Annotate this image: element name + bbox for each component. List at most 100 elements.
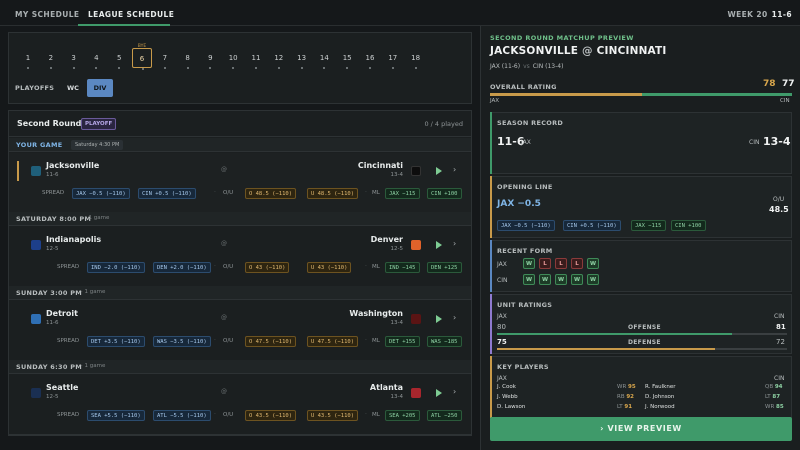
week-4-button[interactable]: 4 bbox=[86, 48, 106, 69]
under-chip[interactable]: U 43 (−110) bbox=[307, 262, 352, 273]
schedule-group-header: SUNDAY 6:30 PM · 1 game bbox=[9, 360, 471, 374]
week-2-button[interactable]: 2 bbox=[41, 48, 61, 69]
view-preview-button[interactable]: › VIEW PREVIEW bbox=[490, 417, 792, 441]
your-game-row[interactable]: Jacksonville 11-6 @ Cincinnati 13-4 › SPREAD JA… bbox=[9, 153, 471, 213]
week-17-button[interactable]: 17 bbox=[383, 48, 403, 69]
unit-home-abbr: CIN bbox=[774, 313, 785, 320]
matchup-subtitle: JAX (11-6) vs CIN (13-4) bbox=[490, 63, 563, 70]
week-18-button[interactable]: 18 bbox=[406, 48, 426, 69]
form-home-abbr: CIN bbox=[497, 277, 508, 284]
week-dot bbox=[27, 67, 29, 69]
line-chip-home-spread[interactable]: CIN +0.5 (−110) bbox=[563, 220, 621, 231]
user-record: 11-6 bbox=[771, 10, 792, 19]
ml-away-chip[interactable]: DET +155 bbox=[385, 336, 420, 347]
under-chip[interactable]: U 47.5 (−110) bbox=[307, 336, 359, 347]
week-9-button[interactable]: 9 bbox=[200, 48, 220, 69]
separator: · bbox=[365, 263, 367, 270]
chevron-right-icon[interactable]: › bbox=[453, 239, 456, 248]
week-12-button[interactable]: 12 bbox=[269, 48, 289, 69]
home-team-record: 13-4 bbox=[390, 394, 403, 400]
round-title: Second Round bbox=[17, 119, 82, 128]
over-chip[interactable]: O 48.5 (−110) bbox=[245, 188, 297, 199]
under-chip[interactable]: U 43.5 (−110) bbox=[307, 410, 359, 421]
over-chip[interactable]: O 43 (−110) bbox=[245, 262, 290, 273]
ou-label: O/U bbox=[773, 196, 785, 203]
week-5-button[interactable]: 5 bbox=[109, 48, 129, 69]
away-team-logo bbox=[31, 314, 41, 324]
week-3-button[interactable]: 3 bbox=[64, 48, 84, 69]
spread-home-chip[interactable]: DEN +2.0 (−110) bbox=[153, 262, 211, 273]
unit-ratings-label: UNIT RATINGS bbox=[497, 301, 553, 309]
separator: · bbox=[365, 411, 367, 418]
home-team-record: 13-4 bbox=[390, 320, 403, 326]
under-chip[interactable]: U 48.5 (−110) bbox=[307, 188, 359, 199]
ml-home-chip[interactable]: DEN +125 bbox=[427, 262, 462, 273]
group-title: SATURDAY 8:00 PM bbox=[16, 215, 92, 223]
week-dot bbox=[118, 67, 121, 69]
card-accent bbox=[490, 356, 492, 418]
week-13-button[interactable]: 13 bbox=[292, 48, 312, 69]
spread-label: SPREAD bbox=[57, 264, 80, 270]
home-team-record: 12-5 bbox=[390, 246, 403, 252]
your-game-marker bbox=[17, 161, 19, 181]
chevron-right-icon[interactable]: › bbox=[453, 387, 456, 396]
tab-my-schedule[interactable]: MY SCHEDULE bbox=[15, 10, 79, 19]
ml-home-chip[interactable]: WAS −185 bbox=[427, 336, 462, 347]
week-11-button[interactable]: 11 bbox=[246, 48, 266, 69]
player-position: WR bbox=[617, 384, 627, 390]
away-abbr: JAX bbox=[521, 139, 531, 146]
week-14-button[interactable]: 14 bbox=[314, 48, 334, 69]
spread-away-chip[interactable]: SEA +5.5 (−110) bbox=[87, 410, 145, 421]
spread-home-chip[interactable]: ATL −5.5 (−110) bbox=[153, 410, 211, 421]
chevron-right-icon[interactable]: › bbox=[453, 313, 456, 322]
ml-away-chip[interactable]: IND −145 bbox=[385, 262, 420, 273]
spread-away-chip[interactable]: IND −2.0 (−110) bbox=[87, 262, 145, 273]
line-chip-away-ml[interactable]: JAX −115 bbox=[631, 220, 666, 231]
chevron-right-icon[interactable]: › bbox=[453, 165, 456, 174]
week-10-button[interactable]: 10 bbox=[223, 48, 243, 69]
spread-label: SPREAD bbox=[42, 190, 65, 196]
game-row[interactable]: Detroit 11-6 @ Washington 13-4 › SPREAD DET +3.… bbox=[9, 301, 471, 361]
spread-home-chip[interactable]: WAS −3.5 (−110) bbox=[153, 336, 211, 347]
play-icon[interactable] bbox=[436, 389, 442, 397]
schedule-group-header: SATURDAY 8:00 PM · 1 game bbox=[9, 212, 471, 226]
week-8-button[interactable]: 8 bbox=[178, 48, 198, 69]
over-chip[interactable]: O 43.5 (−110) bbox=[245, 410, 297, 421]
week-1-button[interactable]: 1 bbox=[18, 48, 38, 69]
week-16-button[interactable]: 16 bbox=[360, 48, 380, 69]
tab-league-schedule[interactable]: LEAGUE SCHEDULE bbox=[88, 10, 174, 19]
line-chip-away-spread[interactable]: JAX −0.5 (−110) bbox=[497, 220, 555, 231]
week-15-button[interactable]: 15 bbox=[337, 48, 357, 69]
ml-home-chip[interactable]: CIN +100 bbox=[427, 188, 462, 199]
player-rating: 91 bbox=[624, 404, 633, 410]
spread-home-chip[interactable]: CIN +0.5 (−110) bbox=[138, 188, 196, 199]
play-icon[interactable] bbox=[436, 167, 442, 175]
wildcard-round-button[interactable]: WC bbox=[61, 79, 85, 97]
ou-label: O/U bbox=[223, 190, 234, 196]
group-title: SUNDAY 6:30 PM bbox=[16, 363, 83, 371]
spread-away-chip[interactable]: DET +3.5 (−110) bbox=[87, 336, 145, 347]
week-dot bbox=[95, 67, 98, 69]
key-players-card: KEY PLAYERS JAX CIN J. Cook WR 95 J. Webb R… bbox=[490, 356, 792, 418]
play-icon[interactable] bbox=[436, 241, 442, 249]
week-7-button[interactable]: 7 bbox=[155, 48, 175, 69]
unit-ratings-card: UNIT RATINGS JAX CIN 80 OFFENSE 81 75 DE… bbox=[490, 294, 792, 354]
spread-label: SPREAD bbox=[57, 338, 80, 344]
ml-away-chip[interactable]: JAX −115 bbox=[385, 188, 420, 199]
week-dot bbox=[323, 67, 326, 69]
game-row[interactable]: Indianapolis 12-5 @ Denver 12-5 › SPREAD IND −2… bbox=[9, 227, 471, 287]
divisional-round-button[interactable]: DIV bbox=[87, 79, 113, 97]
play-icon[interactable] bbox=[436, 315, 442, 323]
line-chip-home-ml[interactable]: CIN +100 bbox=[671, 220, 706, 231]
week-dot bbox=[255, 67, 257, 69]
week-dot bbox=[232, 67, 235, 69]
ml-away-chip[interactable]: SEA +205 bbox=[385, 410, 420, 421]
playoffs-label: PLAYOFFS bbox=[15, 84, 55, 92]
spread-away-chip[interactable]: JAX −0.5 (−110) bbox=[72, 188, 130, 199]
game-row[interactable]: Seattle 12-5 @ Atlanta 13-4 › SPREAD SEA +5.5 (… bbox=[9, 375, 471, 435]
home-team-logo bbox=[411, 388, 421, 398]
ml-home-chip[interactable]: ATL −250 bbox=[427, 410, 462, 421]
week-6-button[interactable]: 6 bbox=[132, 48, 152, 70]
playoff-badge: PLAYOFF bbox=[81, 118, 117, 130]
over-chip[interactable]: O 47.5 (−110) bbox=[245, 336, 297, 347]
